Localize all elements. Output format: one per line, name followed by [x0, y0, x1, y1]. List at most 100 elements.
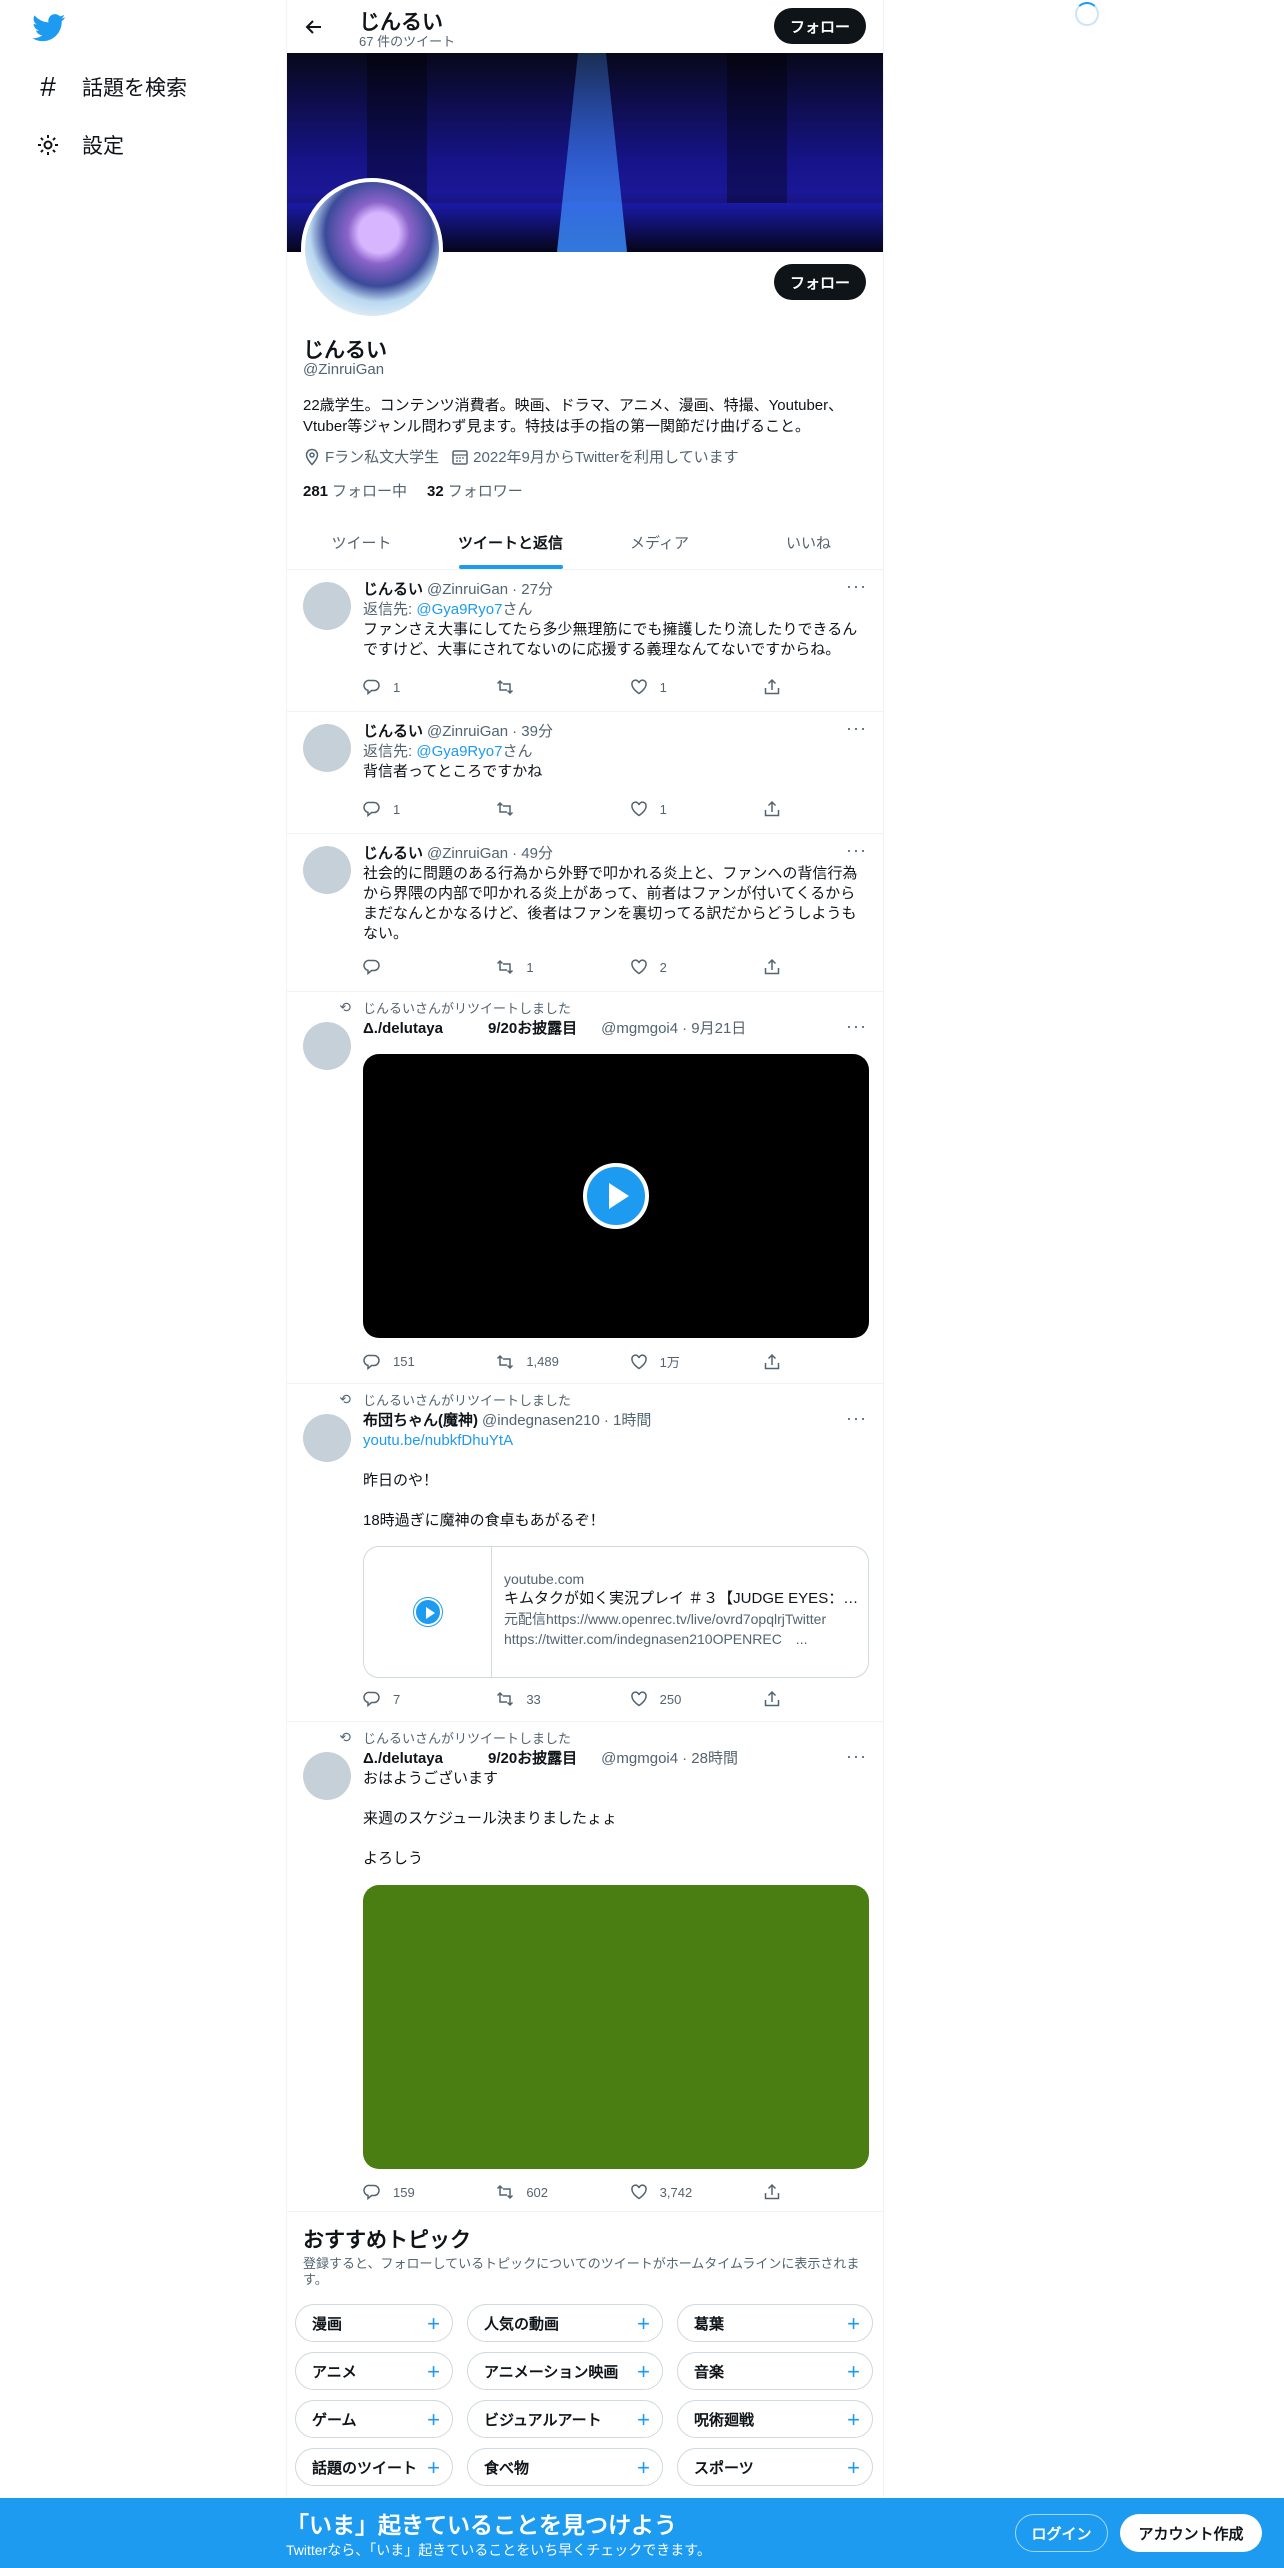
share-button[interactable] [763, 800, 793, 818]
tweet-time[interactable]: · 27分 [512, 580, 553, 600]
topic-chip[interactable]: 音楽 + [677, 2352, 873, 2390]
tweet-author-name[interactable]: Δ./delutaya 9/20お披露目 [363, 1019, 577, 1039]
avatar[interactable] [303, 1752, 351, 1800]
avatar[interactable] [303, 846, 351, 894]
link-preview-card[interactable]: youtube.com キムタクが如く実況プレイ ＃３【JUDGE EYES：死… [363, 1546, 869, 1678]
plus-icon[interactable]: + [427, 2455, 440, 2481]
tweet-text: ファンさえ大事にしてたら多少無理筋にでも擁護したり流したりできるん [363, 621, 858, 638]
reply-to-link[interactable]: @Gya9Ryo7 [416, 601, 502, 618]
tweet[interactable]: ··· じんるい @ZinruiGan · 49分 社会的に問題のある行為から外野で… [287, 834, 883, 992]
retweeted-by-label[interactable]: じんるいさんがリツイートしました [363, 1390, 571, 1409]
share-button[interactable] [763, 2183, 793, 2201]
tweet[interactable]: ··· じんるい @ZinruiGan · 39分 返信先: @Gya9Ryo7さん… [287, 712, 883, 834]
plus-icon[interactable]: + [847, 2359, 860, 2385]
tweet-author-name[interactable]: じんるい [363, 844, 423, 864]
plus-icon[interactable]: + [637, 2359, 650, 2385]
plus-icon[interactable]: + [847, 2455, 860, 2481]
tweet-time[interactable]: · 1時間 [604, 1411, 652, 1431]
header-follow-button[interactable]: フォロー [774, 8, 866, 44]
topic-chip[interactable]: ゲーム + [295, 2400, 453, 2438]
tweet-author-name[interactable]: じんるい [363, 722, 423, 742]
reply-button[interactable]: 159 [363, 2183, 496, 2201]
topic-chip[interactable]: 漫画 + [295, 2304, 453, 2342]
tweet[interactable]: ⟲ じんるいさんがリツイートしました ··· Δ./delutaya 9/20お披… [287, 1722, 883, 2212]
tweet-time[interactable]: · 28時間 [682, 1749, 738, 1769]
share-button[interactable] [763, 678, 793, 696]
tweet[interactable]: ⟲ じんるいさんがリツイートしました ··· 布団ちゃん(魔神) @indegnas… [287, 1384, 883, 1722]
like-button[interactable]: 2 [630, 958, 763, 976]
topic-chip[interactable]: ビジュアルアート + [467, 2400, 663, 2438]
plus-icon[interactable]: + [847, 2407, 860, 2433]
avatar[interactable] [303, 582, 351, 630]
followers-link[interactable]: 32 フォロワー [427, 480, 523, 501]
follow-button[interactable]: フォロー [774, 264, 866, 300]
back-arrow-icon[interactable] [301, 14, 327, 40]
retweeted-by-label[interactable]: じんるいさんがリツイートしました [363, 998, 571, 1017]
plus-icon[interactable]: + [427, 2359, 440, 2385]
signup-button[interactable]: アカウント作成 [1120, 2514, 1262, 2552]
twitter-logo-icon[interactable] [32, 14, 66, 42]
topic-chip[interactable]: アニメ + [295, 2352, 453, 2390]
plus-icon[interactable]: + [427, 2311, 440, 2337]
topic-chip[interactable]: 葛葉 + [677, 2304, 873, 2342]
topic-chip[interactable]: アニメーション映画 + [467, 2352, 663, 2390]
login-button[interactable]: ログイン [1015, 2514, 1108, 2552]
retweet-button[interactable]: 33 [496, 1690, 629, 1708]
tweet-time[interactable]: · 39分 [512, 722, 553, 742]
topic-chip[interactable]: 人気の動画 + [467, 2304, 663, 2342]
sidebar-item-settings[interactable]: 設定 [34, 130, 124, 160]
topic-chip[interactable]: 話題のツイート + [295, 2448, 453, 2486]
profile-avatar[interactable] [301, 178, 443, 320]
like-button[interactable]: 1 [630, 800, 763, 818]
video-player[interactable] [363, 1054, 869, 1338]
retweet-button[interactable] [496, 678, 629, 696]
avatar[interactable] [303, 1022, 351, 1070]
tweet[interactable]: ··· じんるい @ZinruiGan · 27分 返信先: @Gya9Ryo7さん… [287, 570, 883, 712]
share-button[interactable] [763, 1352, 793, 1371]
avatar[interactable] [303, 1414, 351, 1462]
tweet-author-name[interactable]: Δ./delutaya 9/20お披露目 [363, 1749, 577, 1769]
topic-chip[interactable]: スポーツ + [677, 2448, 873, 2486]
retweet-button[interactable]: 1 [496, 958, 629, 976]
tab-likes[interactable]: いいね [734, 515, 883, 569]
tab-media[interactable]: メディア [585, 515, 734, 569]
tweet-time[interactable]: · 9月21日 [682, 1019, 746, 1039]
tweet-author-name[interactable]: 布団ちゃん(魔神) [363, 1411, 478, 1431]
following-link[interactable]: 281 フォロー中 [303, 480, 407, 501]
retweet-button[interactable]: 1,489 [496, 1352, 629, 1371]
like-button[interactable]: 250 [630, 1690, 763, 1708]
plus-icon[interactable]: + [637, 2455, 650, 2481]
retweet-button[interactable] [496, 800, 629, 818]
like-button[interactable]: 1 [630, 678, 763, 696]
play-icon[interactable] [583, 1163, 649, 1229]
tweet-image[interactable] [363, 1885, 869, 2169]
topic-chip[interactable]: 食べ物 + [467, 2448, 663, 2486]
tweet[interactable]: ⟲ じんるいさんがリツイートしました ··· Δ./delutaya 9/20お披… [287, 992, 883, 1384]
reply-to-link[interactable]: @Gya9Ryo7 [416, 743, 502, 760]
reply-count: 159 [393, 2184, 415, 2200]
reply-button[interactable] [363, 958, 496, 976]
tweet-link[interactable]: youtu.be/nubkfDhuYtA [363, 1432, 513, 1449]
plus-icon[interactable]: + [847, 2311, 860, 2337]
avatar[interactable] [303, 724, 351, 772]
plus-icon[interactable]: + [427, 2407, 440, 2433]
topic-chip[interactable]: 呪術廻戦 + [677, 2400, 873, 2438]
plus-icon[interactable]: + [637, 2311, 650, 2337]
reply-button[interactable]: 7 [363, 1690, 496, 1708]
tab-tweets[interactable]: ツイート [287, 515, 436, 569]
share-button[interactable] [763, 1690, 793, 1708]
retweet-context: ⟲ じんるいさんがリツイートしました [333, 1728, 571, 1747]
tweet-author-name[interactable]: じんるい [363, 580, 423, 600]
plus-icon[interactable]: + [637, 2407, 650, 2433]
share-button[interactable] [763, 958, 793, 976]
like-button[interactable]: 3,742 [630, 2183, 763, 2201]
reply-button[interactable]: 1 [363, 800, 496, 818]
tweet-time[interactable]: · 49分 [512, 844, 553, 864]
reply-button[interactable]: 151 [363, 1352, 496, 1371]
retweeted-by-label[interactable]: じんるいさんがリツイートしました [363, 1728, 571, 1747]
like-button[interactable]: 1万 [630, 1352, 763, 1371]
reply-button[interactable]: 1 [363, 678, 496, 696]
retweet-button[interactable]: 602 [496, 2183, 629, 2201]
tab-tweets-and-replies[interactable]: ツイートと返信 [436, 515, 585, 569]
sidebar-item-explore[interactable]: # 話題を検索 [34, 71, 187, 102]
